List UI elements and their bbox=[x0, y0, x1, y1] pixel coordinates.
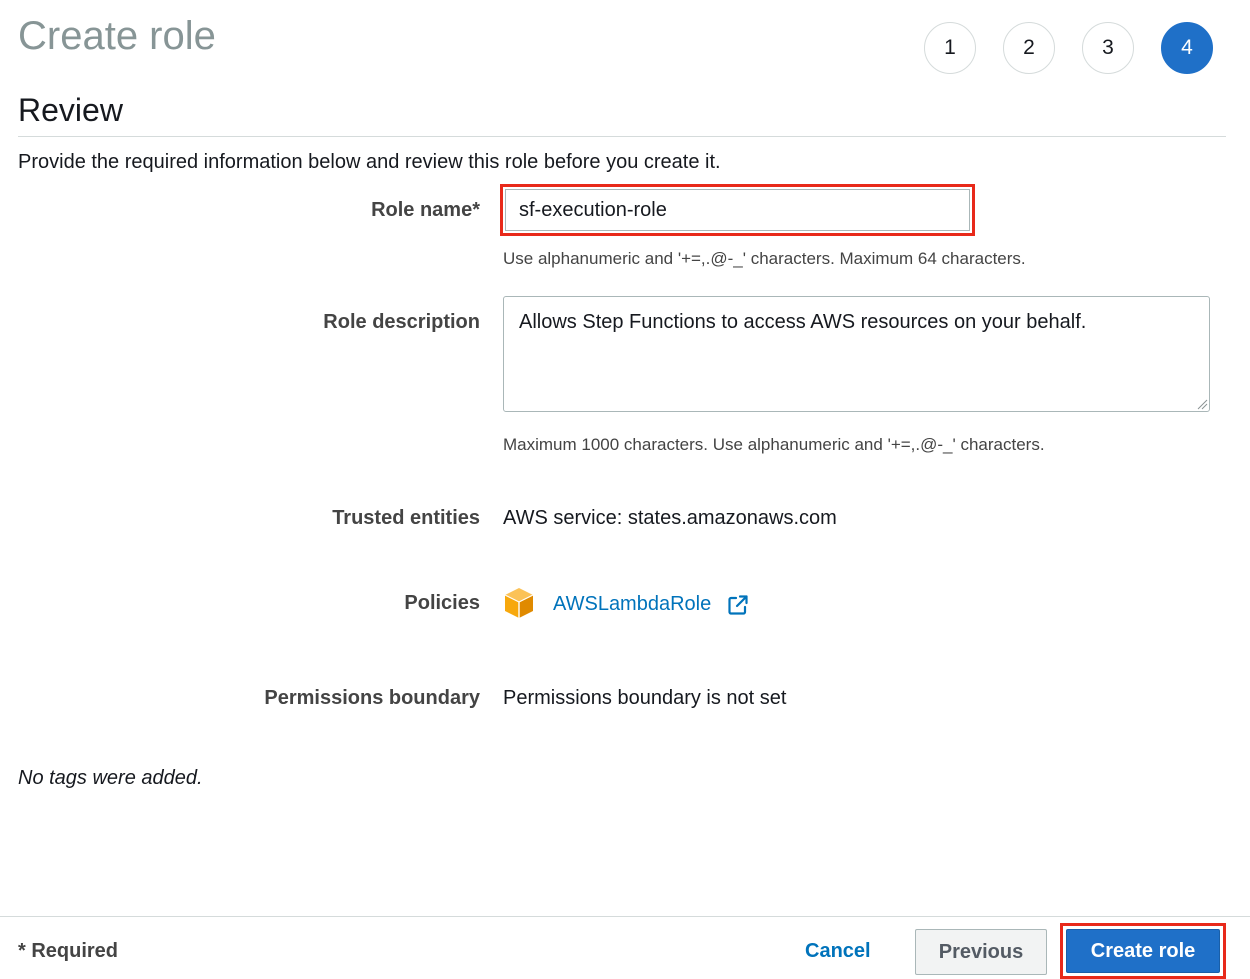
role-description-hint: Maximum 1000 characters. Use alphanumeri… bbox=[503, 435, 1045, 454]
permissions-boundary-value: Permissions boundary is not set bbox=[503, 687, 787, 709]
policy-cube-icon bbox=[504, 588, 534, 618]
external-link-icon[interactable] bbox=[727, 594, 749, 616]
section-title: Review bbox=[18, 92, 123, 128]
step-3[interactable]: 3 bbox=[1082, 22, 1134, 74]
policies-label: Policies bbox=[404, 592, 480, 614]
wizard-steps: 1 2 3 4 bbox=[924, 22, 1214, 76]
permissions-boundary-label: Permissions boundary bbox=[264, 687, 480, 709]
policy-link-awslambdarole[interactable]: AWSLambdaRole bbox=[553, 593, 711, 616]
step-4[interactable]: 4 bbox=[1161, 22, 1213, 74]
page-title: Create role bbox=[18, 14, 216, 58]
create-role-button[interactable]: Create role bbox=[1066, 929, 1220, 973]
cancel-button[interactable]: Cancel bbox=[805, 940, 871, 963]
role-name-input[interactable] bbox=[505, 189, 970, 231]
role-description-label: Role description bbox=[323, 311, 480, 333]
step-2[interactable]: 2 bbox=[1003, 22, 1055, 74]
role-name-label: Role name* bbox=[371, 199, 480, 221]
header-divider bbox=[18, 136, 1226, 137]
previous-button[interactable]: Previous bbox=[915, 929, 1047, 975]
resize-grip-icon[interactable] bbox=[1196, 398, 1208, 410]
no-tags-note: No tags were added. bbox=[18, 767, 203, 789]
required-note: * Required bbox=[18, 940, 119, 962]
role-description-textarea[interactable]: Allows Step Functions to access AWS reso… bbox=[503, 296, 1210, 412]
trusted-entities-label: Trusted entities bbox=[332, 507, 480, 529]
step-1[interactable]: 1 bbox=[924, 22, 976, 74]
footer-divider bbox=[0, 916, 1250, 917]
trusted-entities-value: AWS service: states.amazonaws.com bbox=[503, 507, 837, 529]
role-name-hint: Use alphanumeric and '+=,.@-_' character… bbox=[503, 249, 1026, 268]
intro-text: Provide the required information below a… bbox=[18, 151, 721, 173]
